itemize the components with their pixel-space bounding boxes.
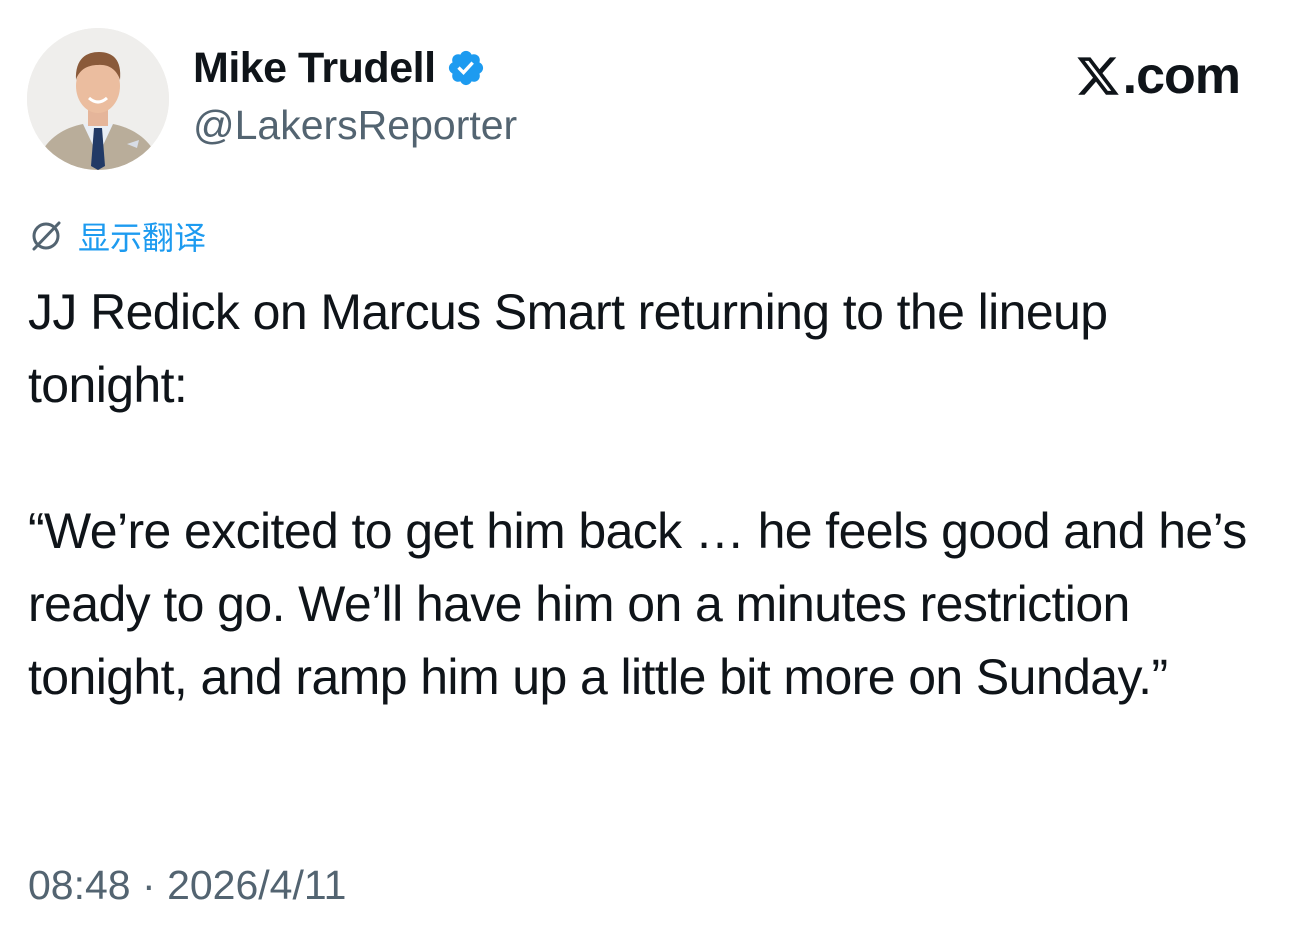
tweet-text: JJ Redick on Marcus Smart returning to t… xyxy=(28,276,1268,714)
author-name-row[interactable]: Mike Trudell xyxy=(193,42,486,94)
author-display-name[interactable]: Mike Trudell xyxy=(193,44,436,93)
translate-icon xyxy=(32,221,61,251)
show-translation-label[interactable]: 显示翻译 xyxy=(78,213,206,259)
tweet-timestamp[interactable]: 08:48 · 2026/4/11 xyxy=(28,862,346,909)
tweet-date: 2026/4/11 xyxy=(167,862,347,908)
x-logo-icon xyxy=(1077,57,1119,95)
brand-logo: .com xyxy=(1075,47,1241,105)
avatar-image xyxy=(27,28,169,170)
timestamp-separator: · xyxy=(142,862,156,908)
author-handle[interactable]: @LakersReporter xyxy=(193,102,517,149)
brand-domain-text: .com xyxy=(1122,47,1241,105)
tweet-time: 08:48 xyxy=(28,862,131,908)
tweet-paragraph-quote: “We’re excited to get him back … he feel… xyxy=(28,503,1247,705)
tweet-paragraph-intro: JJ Redick on Marcus Smart returning to t… xyxy=(28,284,1108,413)
show-translation-button[interactable]: 显示翻译 xyxy=(28,214,206,258)
verified-badge-icon xyxy=(448,50,483,86)
avatar[interactable] xyxy=(27,28,169,170)
